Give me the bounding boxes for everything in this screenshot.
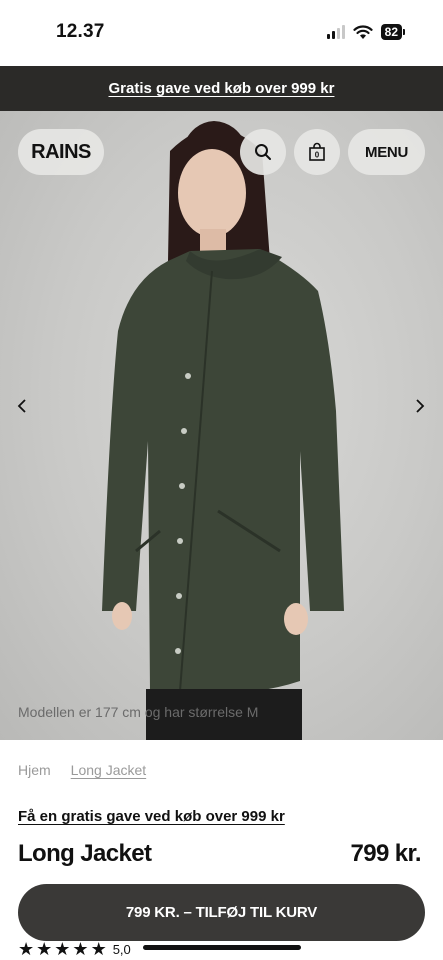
star-icon: ★ xyxy=(90,939,107,959)
product-name: Long Jacket xyxy=(18,840,152,867)
star-icon: ★ xyxy=(18,939,35,959)
status-bar: 12.37 82 xyxy=(0,0,443,66)
menu-button[interactable]: MENU xyxy=(348,129,425,175)
breadcrumb: Hjem Long Jacket xyxy=(18,762,146,778)
breadcrumb-current[interactable]: Long Jacket xyxy=(71,762,147,778)
product-price: 799 kr. xyxy=(350,840,421,867)
cellular-signal-icon xyxy=(326,25,345,39)
battery-level: 82 xyxy=(380,24,402,40)
promo-banner[interactable]: Gratis gave ved køb over 999 kr xyxy=(0,66,443,111)
carousel-next-button[interactable] xyxy=(408,394,432,418)
search-button[interactable] xyxy=(240,129,286,175)
status-time: 12.37 xyxy=(56,21,105,42)
wifi-icon xyxy=(353,24,373,39)
star-icon: ★ xyxy=(72,939,89,959)
add-to-cart-button[interactable]: 799 KR. – TILFØJ TIL KURV xyxy=(18,884,425,941)
star-icon: ★ xyxy=(54,939,71,959)
shopping-bag-icon: 0 xyxy=(309,142,325,161)
breadcrumb-home[interactable]: Hjem xyxy=(18,762,51,778)
product-rating[interactable]: ★ ★ ★ ★ ★ 5,0 xyxy=(18,940,131,958)
home-indicator xyxy=(143,945,301,950)
promo-banner-link[interactable]: Gratis gave ved køb over 999 kr xyxy=(109,80,335,97)
product-photo xyxy=(102,121,344,740)
rating-value: 5,0 xyxy=(112,941,131,957)
star-icon: ★ xyxy=(36,939,53,959)
battery-icon: 82 xyxy=(380,24,405,40)
chevron-left-icon xyxy=(17,399,26,413)
model-size-caption: Modellen er 177 cm og har størrelse M xyxy=(18,704,259,720)
chevron-right-icon xyxy=(416,399,425,413)
carousel-prev-button[interactable] xyxy=(10,394,34,418)
cart-button-header[interactable]: 0 xyxy=(294,129,340,175)
gift-offer-link[interactable]: Få en gratis gave ved køb over 999 kr xyxy=(18,808,285,825)
cart-count: 0 xyxy=(315,151,320,160)
product-image-carousel[interactable]: RAINS 0 MENU Modellen er 177 cm og har s… xyxy=(0,111,443,740)
status-icons: 82 xyxy=(326,24,405,40)
search-icon xyxy=(255,144,271,160)
rains-logo[interactable]: RAINS xyxy=(18,129,104,175)
